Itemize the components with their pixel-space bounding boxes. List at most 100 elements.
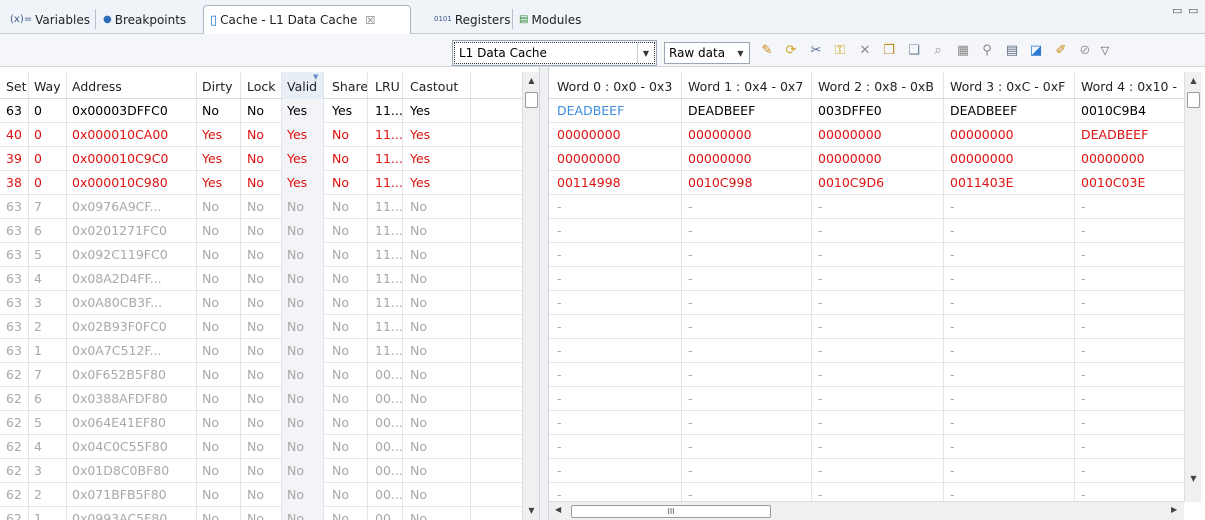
table-row[interactable]: ----- (549, 411, 1184, 435)
tab-modules[interactable]: ▤ Modules (513, 5, 587, 34)
table-row[interactable]: ----- (549, 195, 1184, 219)
table-row[interactable]: 62 4 0x04C0C55F80 No No No No 00... No (0, 435, 522, 459)
filter-icon[interactable]: ⚲ (979, 43, 995, 59)
scroll-thumb[interactable] (525, 92, 538, 108)
scroll-left-icon[interactable]: ◀ (555, 505, 561, 514)
column-header-word-0[interactable]: Word 0 : 0x0 - 0x3 (557, 72, 672, 99)
scroll-right-icon[interactable]: ▶ (1171, 505, 1177, 514)
table-row[interactable]: 38 0 0x000010C980 Yes No Yes No 11... Yes (0, 171, 522, 195)
table-row[interactable]: 00000000 00000000 00000000 00000000 DEADBEEF (549, 123, 1184, 147)
column-header-word-1[interactable]: Word 1 : 0x4 - 0x7 (688, 72, 803, 99)
pin-icon[interactable]: ✐ (1053, 43, 1069, 59)
table-row[interactable]: ----- (549, 459, 1184, 483)
table-row[interactable]: 62 5 0x064E41EF80 No No No No 00... No (0, 411, 522, 435)
scroll-thumb[interactable] (1187, 92, 1200, 108)
table-row[interactable]: 62 7 0x0F652B5F80 No No No No 00... No (0, 363, 522, 387)
column-header-dirty[interactable]: Dirty (202, 72, 233, 99)
table-row[interactable]: 63 5 0x092C119FC0 No No No No 11... No (0, 243, 522, 267)
invalidate-icon[interactable]: ✕ (857, 43, 873, 59)
table-row[interactable]: 62 1 0x0993AC5F80 No No No No 00... No (0, 507, 522, 520)
view-menu-icon[interactable]: ▽ (1097, 43, 1113, 59)
table-row[interactable]: 63 2 0x02B93F0FC0 No No No No 11... No (0, 315, 522, 339)
table-row[interactable]: DEADBEEF DEADBEEF 003DFFE0 DEADBEEF 0010C9B4 (549, 99, 1184, 123)
table-row[interactable]: 62 3 0x01D8C0BF80 No No No No 00... No (0, 459, 522, 483)
column-divider[interactable] (28, 72, 29, 98)
column-divider[interactable] (240, 72, 241, 98)
pane-splitter[interactable] (539, 67, 549, 520)
table-row[interactable]: ----- (549, 483, 1184, 502)
paste-icon[interactable]: ❏ (906, 43, 922, 59)
chevron-down-icon[interactable]: ▼ (637, 43, 654, 63)
column-divider[interactable] (367, 72, 368, 98)
tab-cache[interactable]: ▯ Cache - L1 Data Cache ☒ (203, 5, 411, 34)
cache-select[interactable]: L1 Data Cache ▼ (452, 40, 657, 66)
table-row[interactable]: ----- (549, 387, 1184, 411)
scroll-down-icon[interactable]: ▼ (1185, 474, 1202, 483)
tab-breakpoints[interactable]: ● Breakpoints (97, 5, 192, 34)
column-divider[interactable] (66, 72, 67, 98)
column-header-address[interactable]: Address (72, 72, 122, 99)
column-header-share[interactable]: Share (332, 72, 368, 99)
table-row[interactable]: 63 3 0x0A80CB3F... No No No No 11... No (0, 291, 522, 315)
table-row[interactable]: 63 0 0x00003DFFC0 No No Yes Yes 11... Yes (0, 99, 522, 123)
table-row[interactable]: 63 1 0x0A7C512F... No No No No 11... No (0, 339, 522, 363)
column-header-set[interactable]: Set (6, 72, 27, 99)
table-row[interactable]: 63 4 0x08A2D4FF... No No No No 11... No (0, 267, 522, 291)
column-divider[interactable] (1074, 72, 1075, 98)
table-row[interactable]: 00114998 0010C998 0010C9D6 0011403E 0010C03E (549, 171, 1184, 195)
column-divider[interactable] (402, 72, 403, 98)
refresh-icon[interactable]: ⟳ (783, 43, 799, 59)
column-header-valid[interactable]: Valid (287, 72, 317, 99)
column-divider[interactable] (323, 72, 324, 98)
column-header-castout[interactable]: Castout (410, 72, 458, 99)
chevron-down-icon[interactable]: ▼ (732, 43, 749, 63)
column-divider[interactable] (681, 72, 682, 98)
table-row[interactable]: ----- (549, 291, 1184, 315)
table-row[interactable]: ----- (549, 219, 1184, 243)
column-header-way[interactable]: Way (34, 72, 61, 99)
search-icon[interactable]: ⌕ (930, 43, 946, 59)
disable-icon[interactable]: ⊘ (1077, 43, 1093, 59)
table-row[interactable]: ----- (549, 243, 1184, 267)
table-row[interactable]: 40 0 0x000010CA00 Yes No Yes No 11... Yes (0, 123, 522, 147)
table-row[interactable]: 62 2 0x071BFB5F80 No No No No 00... No (0, 483, 522, 507)
tab-variables[interactable]: (x)= Variables (4, 5, 96, 34)
table-row[interactable]: ----- (549, 315, 1184, 339)
column-divider[interactable] (281, 72, 282, 98)
right-vertical-scrollbar[interactable]: ▲ ▼ (1184, 72, 1201, 502)
minimize-icon[interactable]: ▭ (1172, 4, 1182, 17)
table-row[interactable]: 62 6 0x0388AFDF80 No No No No 00... No (0, 387, 522, 411)
lock-icon[interactable]: ⚿ (832, 43, 848, 59)
column-header-word-3[interactable]: Word 3 : 0xC - 0xF (950, 72, 1065, 99)
table-row[interactable]: 39 0 0x000010C9C0 Yes No Yes No 11... Yes (0, 147, 522, 171)
column-divider[interactable] (943, 72, 944, 98)
horizontal-scrollbar[interactable]: ◀ III ▶ (549, 501, 1184, 520)
column-divider[interactable] (811, 72, 812, 98)
column-header-lock[interactable]: Lock (247, 72, 276, 99)
close-icon[interactable]: ☒ (365, 14, 375, 27)
column-header-word-2[interactable]: Word 2 : 0x8 - 0xB (818, 72, 934, 99)
table-row[interactable]: ----- (549, 363, 1184, 387)
tab-registers[interactable]: 0101 Registers (428, 5, 517, 34)
table-row[interactable]: ----- (549, 267, 1184, 291)
table-row[interactable]: 63 6 0x0201271FC0 No No No No 11... No (0, 219, 522, 243)
chart-icon[interactable]: ◪ (1028, 43, 1044, 59)
table-row[interactable]: ----- (549, 435, 1184, 459)
column-header-lru[interactable]: LRU (375, 72, 400, 99)
export-icon[interactable]: ▤ (1004, 43, 1020, 59)
mode-select[interactable]: Raw data ▼ (664, 42, 750, 64)
table-row[interactable]: ----- (549, 339, 1184, 363)
flush-icon[interactable]: ✂ (808, 43, 824, 59)
scroll-down-icon[interactable]: ▼ (523, 506, 540, 515)
column-divider[interactable] (470, 72, 471, 98)
maximize-icon[interactable]: ▭ (1188, 4, 1198, 17)
table-row[interactable]: 63 7 0x0976A9CF... No No No No 11... No (0, 195, 522, 219)
column-divider[interactable] (196, 72, 197, 98)
scroll-up-icon[interactable]: ▲ (1185, 76, 1202, 85)
column-header-word-4[interactable]: Word 4 : 0x10 - (1081, 72, 1177, 99)
scroll-thumb[interactable]: III (571, 505, 771, 518)
table-icon[interactable]: ▦ (955, 43, 971, 59)
pencil-icon[interactable]: ✎ (759, 43, 775, 59)
scroll-up-icon[interactable]: ▲ (523, 76, 540, 85)
copy-icon[interactable]: ❐ (881, 43, 897, 59)
